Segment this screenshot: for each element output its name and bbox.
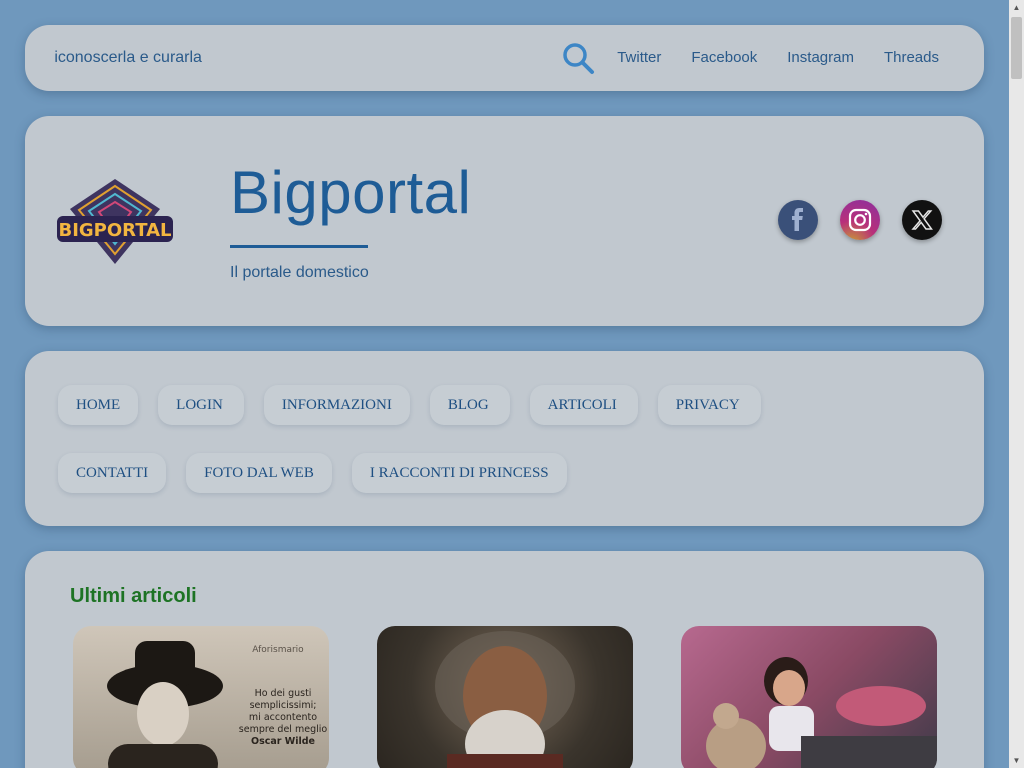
news-ticker[interactable]: riconoscerla e curarla (55, 49, 255, 69)
child-image (706, 657, 937, 768)
top-bar: riconoscerla e curarla Twitter Facebook … (25, 25, 984, 91)
scroll-thumb[interactable] (1011, 17, 1022, 79)
instagram-button[interactable] (840, 200, 880, 240)
site-tagline: Il portale domestico (230, 264, 369, 281)
twitter-link[interactable]: Twitter (617, 49, 661, 66)
nav-item-home[interactable]: HOME (58, 385, 139, 425)
nav-item-blog[interactable]: BLOG (429, 385, 510, 425)
threads-link[interactable]: Threads (884, 49, 939, 66)
article-thumbnail-child-reading[interactable] (681, 626, 937, 768)
portrait-image (435, 631, 575, 768)
site-logo[interactable]: BIGPORTAL (55, 174, 175, 269)
nav-label: FOTO DAL WEB (204, 465, 314, 481)
article-thumbnail-oscar-wilde[interactable]: Aforismario Ho dei gusti semplicissimi; … (73, 626, 329, 768)
nav-label: LOGIN (176, 397, 223, 413)
logo-text: BIGPORTAL (58, 220, 171, 241)
search-button[interactable] (561, 41, 595, 75)
article-thumbnails: Aforismario Ho dei gusti semplicissimi; … (73, 626, 937, 768)
quote-line: sempre del meglio (239, 724, 328, 735)
nav-label: ARTICOLI (547, 397, 617, 413)
nav-item-i-racconti-di-princess[interactable]: I RACCONTI DI PRINCESS (351, 453, 567, 493)
nav-label: INFORMAZIONI (281, 397, 392, 413)
quote-line: semplicissimi; (250, 700, 317, 711)
instagram-icon (848, 208, 872, 232)
ticker-text: riconoscerla e curarla (55, 49, 202, 66)
main-navigation: HOME LOGIN INFORMAZIONI BLOG ARTICOLI PR… (25, 351, 984, 526)
nav-item-articoli[interactable]: ARTICOLI (529, 385, 638, 425)
top-social-links: Twitter Facebook Instagram Threads (617, 49, 939, 66)
header-social-icons (778, 200, 942, 240)
facebook-icon (792, 208, 803, 231)
nav-label: BLOG (447, 397, 489, 413)
instagram-link[interactable]: Instagram (787, 49, 854, 66)
x-button[interactable] (902, 200, 942, 240)
nav-row-1: HOME LOGIN INFORMAZIONI BLOG ARTICOLI PR… (58, 385, 761, 425)
facebook-button[interactable] (778, 200, 818, 240)
nav-item-login[interactable]: LOGIN (158, 385, 244, 425)
site-header: BIGPORTAL Bigportal Il portale domestico (25, 116, 984, 326)
quote-line: mi accontento (249, 712, 317, 723)
latest-articles: Ultimi articoli Aforismario Ho dei gusti… (25, 551, 984, 768)
section-title: Ultimi articoli (70, 585, 197, 607)
quote-author: Oscar Wilde (251, 736, 315, 747)
nav-label: I RACCONTI DI PRINCESS (369, 465, 549, 481)
article-thumbnail-elder-portrait[interactable] (377, 626, 633, 768)
nav-item-contatti[interactable]: CONTATTI (58, 453, 167, 493)
x-twitter-icon (911, 210, 933, 230)
quote-line: Ho dei gusti (255, 688, 312, 699)
site-title[interactable]: Bigportal (230, 158, 471, 227)
nav-item-informazioni[interactable]: INFORMAZIONI (263, 385, 410, 425)
thumb-label: Aforismario (252, 645, 304, 655)
search-icon (563, 43, 594, 74)
scroll-down-arrow-icon[interactable]: ▼ (1009, 753, 1024, 768)
quote-image: Aforismario Ho dei gusti semplicissimi; … (107, 641, 328, 768)
nav-label: HOME (76, 397, 121, 413)
logo-graphic: BIGPORTAL (57, 179, 173, 264)
nav-label: CONTATTI (76, 465, 149, 481)
facebook-link[interactable]: Facebook (691, 49, 757, 66)
nav-row-2: CONTATTI FOTO DAL WEB I RACCONTI DI PRIN… (58, 453, 567, 493)
vertical-scrollbar[interactable]: ▲ ▼ (1009, 0, 1024, 768)
nav-item-foto-dal-web[interactable]: FOTO DAL WEB (186, 453, 332, 493)
nav-item-privacy[interactable]: PRIVACY (657, 385, 761, 425)
page: riconoscerla e curarla Twitter Facebook … (0, 0, 1009, 768)
scroll-up-arrow-icon[interactable]: ▲ (1009, 0, 1024, 15)
title-divider (230, 245, 368, 248)
nav-label: PRIVACY (675, 397, 740, 413)
